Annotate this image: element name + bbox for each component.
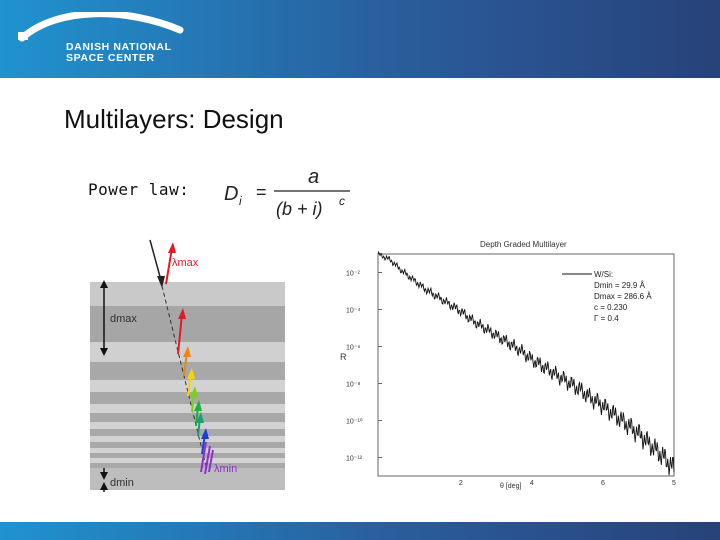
formula-numerator: a bbox=[308, 166, 319, 188]
formula-lhs-sub: i bbox=[239, 194, 242, 208]
y-tick-group: 10⁻² 10⁻⁴ 10⁻⁶ 10⁻⁸ 10⁻¹⁰ 10⁻¹² bbox=[346, 271, 382, 463]
logo-arc-icon bbox=[18, 12, 184, 42]
x-tick-label: 4 bbox=[530, 480, 534, 487]
chart-ylabel: R bbox=[340, 352, 347, 362]
slide-title: Multilayers: Design bbox=[64, 104, 284, 134]
lambda-max-label: λmax bbox=[172, 257, 199, 269]
legend-entry-0: W/Si: bbox=[594, 270, 613, 279]
formula-lhs: D bbox=[224, 183, 238, 205]
header-bar: DANISH NATIONAL SPACE CENTER bbox=[0, 0, 720, 78]
y-tick-label: 10⁻² bbox=[346, 271, 360, 278]
d-max-label: dmax bbox=[110, 313, 137, 325]
formula-denominator: (b + i) bbox=[276, 199, 323, 219]
lambda-min-label: λmin bbox=[214, 463, 237, 475]
footer-bar bbox=[0, 522, 720, 540]
y-tick-label: 10⁻⁴ bbox=[346, 308, 361, 315]
x-tick-label: 5 bbox=[672, 480, 676, 487]
formula-equals: = bbox=[256, 182, 267, 202]
chart-title: Depth Graded Multilayer bbox=[480, 240, 567, 249]
logo-text: DANISH NATIONAL SPACE CENTER bbox=[66, 42, 172, 64]
multilayer-diagram: λmax λmin dmax dmin bbox=[90, 239, 285, 492]
logo-line2: SPACE CENTER bbox=[66, 52, 155, 64]
power-law-formula: D i = a (b + i) c bbox=[224, 166, 350, 219]
legend-entry-4: Γ = 0.4 bbox=[594, 314, 619, 323]
y-tick-label: 10⁻⁸ bbox=[346, 382, 360, 389]
d-min-label: dmin bbox=[110, 477, 134, 489]
reflectivity-chart: Depth Graded Multilayer R θ [deg] 10⁻²10… bbox=[340, 240, 676, 490]
formula-exponent: c bbox=[339, 194, 345, 208]
x-tick-label: 2 bbox=[459, 480, 463, 487]
x-tick-label: 6 bbox=[601, 480, 605, 487]
power-law-label: Power law: bbox=[88, 180, 190, 199]
y-tick-label: 10⁻¹² bbox=[346, 456, 363, 463]
legend-entry-2: Dmax = 286.6 Å bbox=[594, 292, 652, 301]
legend-entry-1: Dmin = 29.9 Å bbox=[594, 281, 646, 290]
legend-entry-3: c = 0.230 bbox=[594, 303, 628, 312]
chart-xlabel: θ [deg] bbox=[500, 483, 521, 490]
y-tick-label: 10⁻⁶ bbox=[346, 345, 360, 352]
y-tick-label: 10⁻¹⁰ bbox=[346, 418, 363, 426]
x-tick-group: 2 4 6 5 bbox=[459, 480, 676, 487]
